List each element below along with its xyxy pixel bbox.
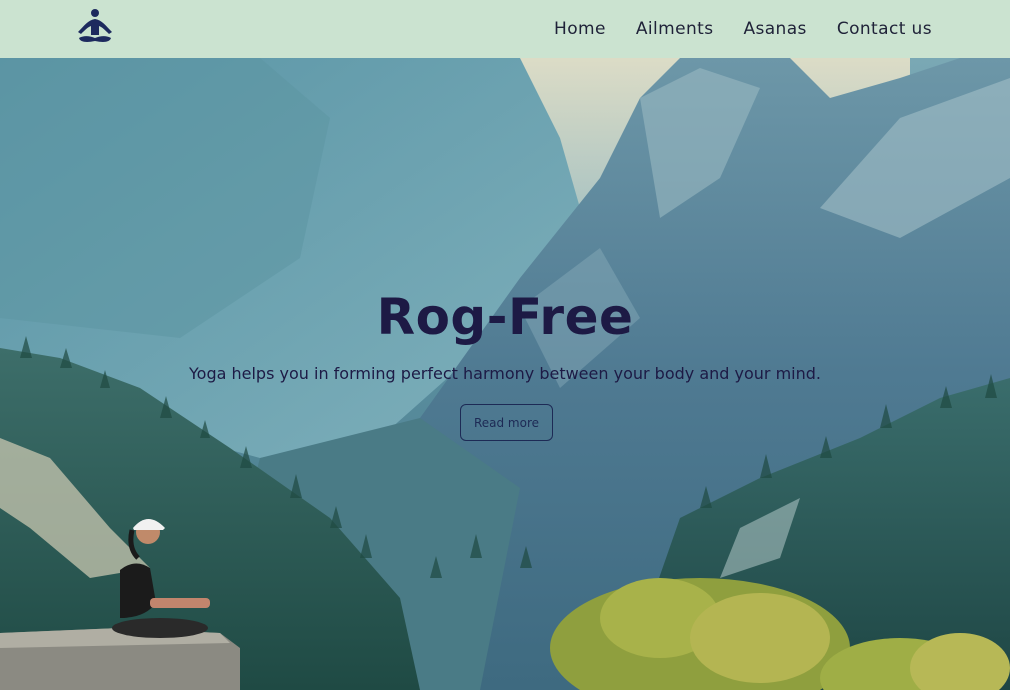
nav-asanas-link[interactable]: Asanas [743, 19, 806, 39]
nav-links: Home Ailments Asanas Contact us [554, 0, 932, 58]
nav-ailments-link[interactable]: Ailments [636, 19, 714, 39]
read-more-button[interactable]: Read more [460, 404, 553, 441]
hero-section: Rog-Free Yoga helps you in forming perfe… [0, 58, 1010, 690]
navbar: Home Ailments Asanas Contact us [0, 0, 1010, 58]
meditation-pose-icon[interactable] [74, 8, 116, 46]
hero-tagline: Yoga helps you in forming perfect harmon… [189, 364, 821, 383]
hero-title: Rog-Free [376, 288, 634, 346]
nav-home-link[interactable]: Home [554, 19, 606, 39]
nav-contact-link[interactable]: Contact us [837, 19, 932, 39]
